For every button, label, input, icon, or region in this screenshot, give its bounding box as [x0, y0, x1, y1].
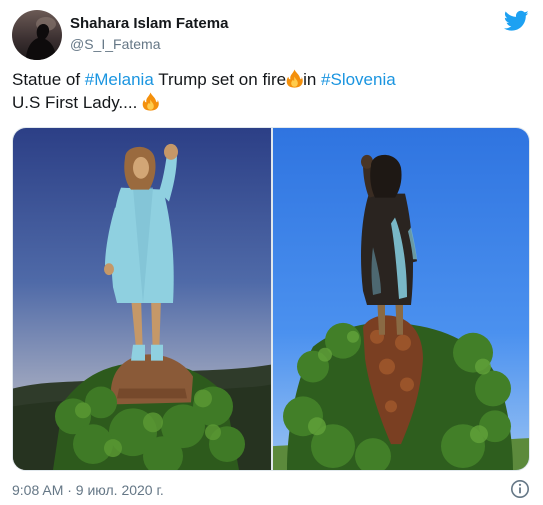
user-handle[interactable]: @S_I_Fatema — [70, 35, 228, 53]
tweet-text-line-1: Statue of #Melania Trump set on fire in #… — [12, 68, 527, 91]
statue-photo-image — [13, 128, 271, 470]
tweet-text-line-2: U.S First Lady.... — [12, 91, 527, 114]
tweet-text-segment: Statue of — [12, 70, 85, 89]
fire-emoji-icon — [142, 92, 159, 111]
tweet-text-segment: in — [303, 70, 322, 89]
avatar[interactable] — [12, 10, 62, 60]
hashtag-slovenia[interactable]: #Slovenia — [321, 70, 396, 89]
user-info: Shahara Islam Fatema @S_I_Fatema — [70, 14, 228, 53]
fire-emoji-icon — [286, 69, 303, 88]
info-icon[interactable] — [510, 479, 530, 499]
media-photo-left[interactable] — [13, 128, 271, 470]
tweet-text: Statue of #Melania Trump set on fire in #… — [12, 68, 527, 114]
timestamp-link[interactable]: 9:08 AM · 9 июл. 2020 г. — [12, 482, 164, 498]
display-name[interactable]: Shahara Islam Fatema — [70, 14, 228, 34]
avatar-image — [12, 10, 62, 60]
tweet-text-segment: Trump set on fire — [153, 70, 287, 89]
hashtag-melania[interactable]: #Melania — [85, 70, 154, 89]
burned-statue-photo-image — [273, 128, 529, 470]
tweet-card: Shahara Islam Fatema @S_I_Fatema Statue … — [0, 0, 543, 505]
tweet-text-segment: U.S First Lady.... — [12, 93, 143, 112]
media-grid — [12, 127, 530, 471]
media-photo-right[interactable] — [273, 128, 529, 470]
twitter-bird-icon[interactable] — [504, 10, 529, 32]
tweet-footer: 9:08 AM · 9 июл. 2020 г. — [12, 479, 530, 501]
